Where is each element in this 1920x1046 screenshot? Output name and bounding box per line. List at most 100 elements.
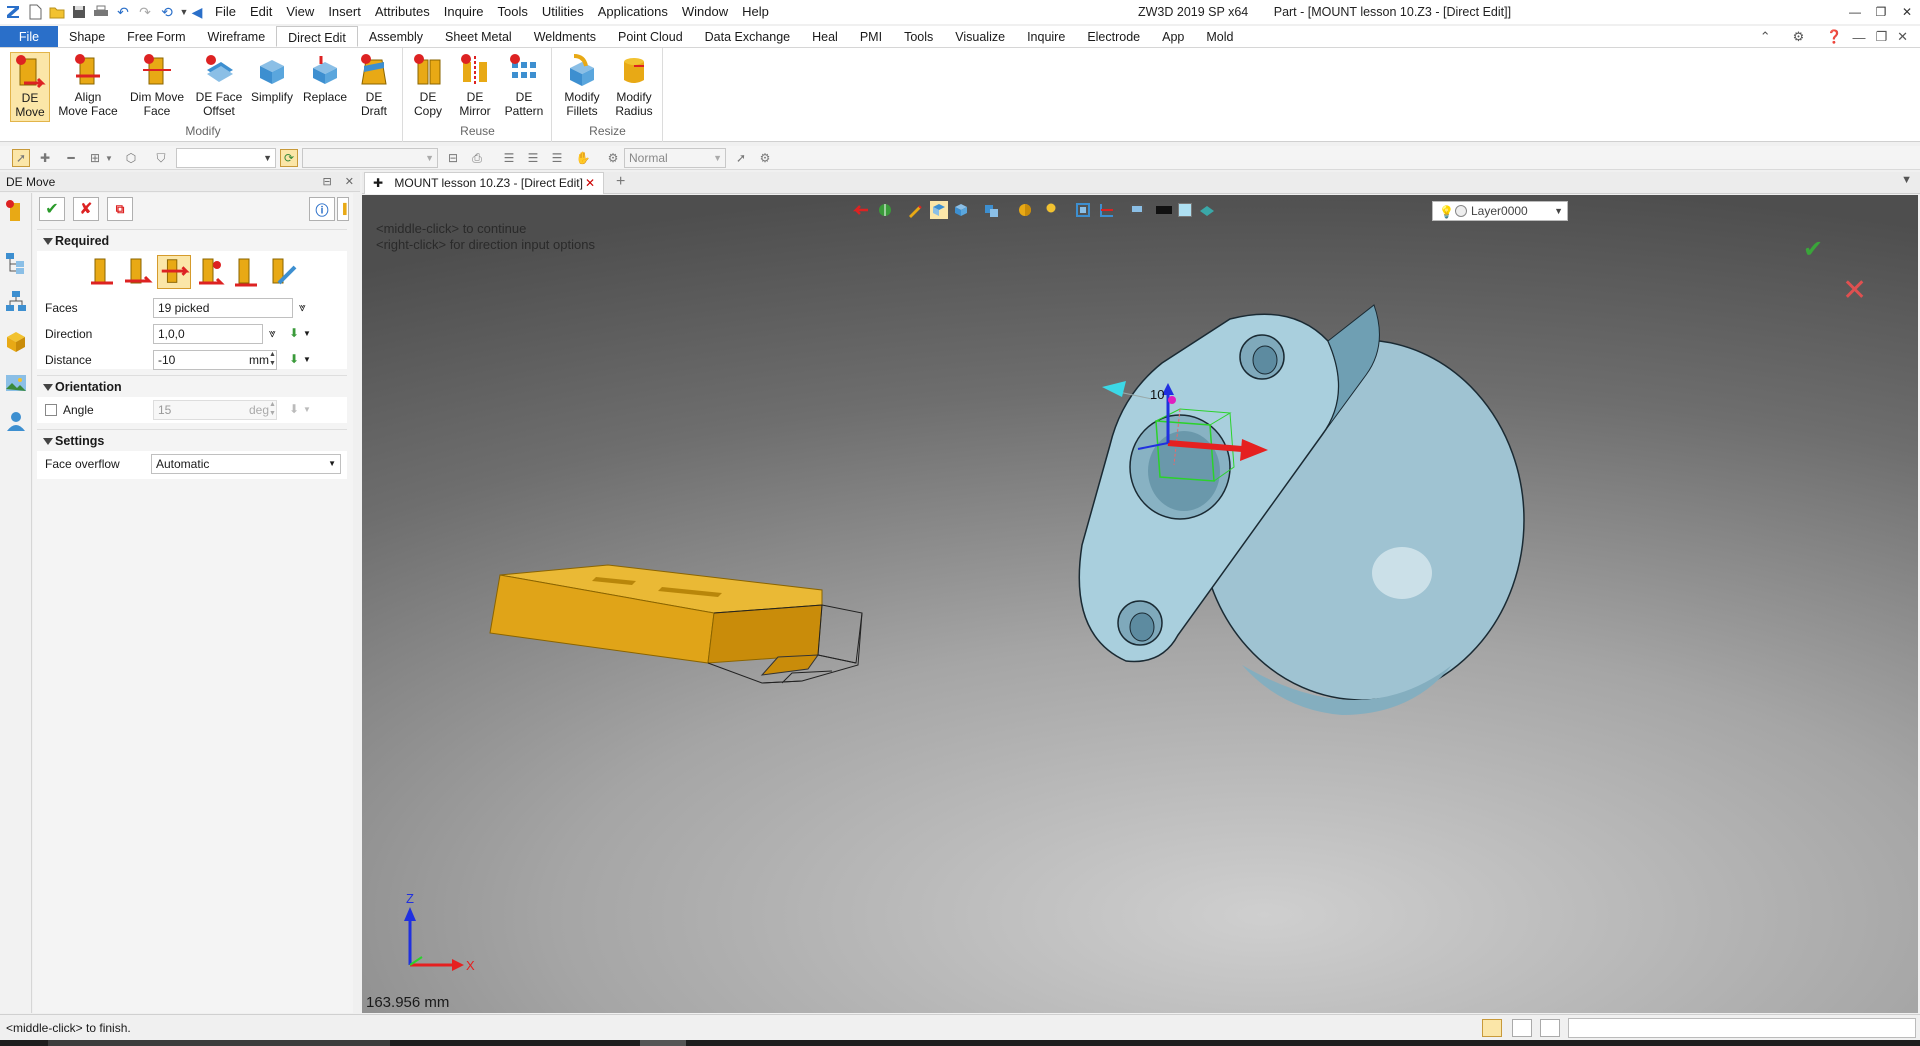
chevron-down-icon[interactable]: ▼	[303, 355, 311, 364]
move-point-icon[interactable]	[193, 255, 227, 289]
angle-checkbox[interactable]	[45, 404, 57, 416]
render-mode-icon[interactable]: ⚙	[604, 149, 622, 167]
move-direction-icon[interactable]	[157, 255, 191, 289]
print-icon[interactable]	[90, 1, 112, 23]
selected-block[interactable]	[489, 564, 823, 676]
tab-free-form[interactable]: Free Form	[116, 26, 196, 47]
tab-inquire[interactable]: Inquire	[1016, 26, 1076, 47]
menu-file[interactable]: File	[208, 0, 243, 24]
menu-attributes[interactable]: Attributes	[368, 0, 437, 24]
align-right-icon[interactable]: ☰	[548, 149, 566, 167]
menu-window[interactable]: Window	[675, 0, 735, 24]
tab-tools[interactable]: Tools	[893, 26, 944, 47]
part-cube-icon[interactable]	[4, 329, 28, 353]
chevron-down-icon[interactable]: ▼	[303, 405, 311, 414]
filter-combo[interactable]: ▼	[176, 148, 276, 168]
tab-visualize[interactable]: Visualize	[944, 26, 1016, 47]
tab-shape[interactable]: Shape	[58, 26, 116, 47]
print-preview-icon[interactable]: ⎙	[468, 149, 486, 167]
tab-wireframe[interactable]: Wireframe	[197, 26, 277, 47]
restore-icon[interactable]: ❐	[1868, 0, 1894, 24]
regen-icon[interactable]: ⟲	[156, 1, 178, 23]
align-move-face-button[interactable]: Align Move Face	[58, 52, 118, 122]
move-edit-icon[interactable]	[265, 255, 299, 289]
move-free-icon[interactable]	[85, 255, 119, 289]
tab-point-cloud[interactable]: Point Cloud	[607, 26, 694, 47]
pin-icon[interactable]: ⊟	[323, 176, 332, 188]
tab-pmi[interactable]: PMI	[849, 26, 893, 47]
apply-button[interactable]: ⧉	[107, 197, 133, 221]
simplify-button[interactable]: Simplify	[248, 52, 296, 122]
tab-app[interactable]: App	[1151, 26, 1195, 47]
minimize-doc-icon[interactable]: —	[1852, 30, 1865, 45]
user-icon[interactable]	[4, 409, 28, 433]
pick-filter-icon[interactable]: ➚	[12, 149, 30, 167]
cancel-button[interactable]: ✘	[73, 197, 99, 221]
hand-icon[interactable]: ✋	[574, 149, 592, 167]
dim-move-face-button[interactable]: Dim Move Face	[126, 52, 188, 122]
de-mirror-button[interactable]: DE Mirror	[452, 52, 498, 122]
vector-options-icon[interactable]: ⬇	[289, 326, 299, 340]
window-icon[interactable]	[1540, 1019, 1560, 1037]
close-icon[interactable]: ✕	[1894, 0, 1920, 24]
chevron-down-icon[interactable]: ▼	[303, 329, 311, 338]
faces-field[interactable]: 19 picked	[153, 298, 293, 318]
graphics-viewport[interactable]: <middle-click> to continue <right-click>…	[362, 195, 1918, 1013]
app-logo-icon[interactable]	[2, 1, 24, 23]
close-tab-icon[interactable]: ✕	[585, 173, 595, 193]
open-folder-icon[interactable]	[46, 1, 68, 23]
double-chevron-down-icon[interactable]: ⩔	[269, 326, 276, 341]
tab-sheet-metal[interactable]: Sheet Metal	[434, 26, 523, 47]
tab-weldments[interactable]: Weldments	[523, 26, 607, 47]
gear-icon[interactable]: ⚙	[1793, 29, 1805, 45]
required-section-title[interactable]: Required	[37, 229, 347, 251]
modify-fillets-button[interactable]: Modify Fillets	[557, 52, 607, 122]
menu-applications[interactable]: Applications	[591, 0, 675, 24]
undo-icon[interactable]: ↶	[112, 1, 134, 23]
tab-assembly[interactable]: Assembly	[358, 26, 434, 47]
assembly-tree-icon[interactable]	[4, 289, 28, 313]
dimension-label[interactable]: 10	[1150, 387, 1164, 402]
new-file-icon[interactable]	[24, 1, 46, 23]
menu-help[interactable]: Help	[735, 0, 776, 24]
face-overflow-select[interactable]: Automatic ▼	[151, 454, 341, 474]
close-doc-icon[interactable]: ✕	[1897, 29, 1908, 45]
tab-direct-edit[interactable]: Direct Edit	[276, 26, 358, 47]
restore-doc-icon[interactable]: ❐	[1875, 29, 1887, 45]
chevron-down-icon[interactable]: ▼	[178, 1, 190, 23]
render-mode-combo[interactable]: Normal ▼	[624, 148, 726, 168]
help-icon[interactable]: ❓	[1826, 29, 1842, 45]
tab-heal[interactable]: Heal	[801, 26, 849, 47]
history-tree-icon[interactable]	[4, 251, 28, 275]
command-input[interactable]	[1568, 1018, 1916, 1038]
snap-icon[interactable]: ✚	[36, 149, 54, 167]
de-copy-button[interactable]: DE Copy	[406, 52, 450, 122]
line-filter-icon[interactable]: ━	[62, 149, 80, 167]
document-tab[interactable]: ✚ MOUNT lesson 10.Z3 - [Direct Edit] ✕	[364, 172, 604, 194]
tab-data-exchange[interactable]: Data Exchange	[694, 26, 801, 47]
save-icon[interactable]	[68, 1, 90, 23]
image-icon[interactable]	[4, 371, 28, 395]
menu-utilities[interactable]: Utilities	[535, 0, 591, 24]
double-chevron-down-icon[interactable]: ⩔	[299, 300, 306, 315]
vector-options-icon[interactable]: ⬇	[289, 352, 299, 366]
refresh-filter-icon[interactable]: ⟳	[280, 149, 298, 167]
settings-icon[interactable]: ⚙	[756, 149, 774, 167]
layout-icon[interactable]	[1482, 1019, 1502, 1037]
angle-spinner-icon[interactable]: ▲ ▼	[269, 400, 279, 418]
pin-icon[interactable]: ✚	[373, 176, 383, 190]
direction-field[interactable]: 1,0,0	[153, 324, 263, 344]
ok-button[interactable]: ✔	[39, 197, 65, 221]
menu-tools[interactable]: Tools	[491, 0, 535, 24]
chevron-down-icon[interactable]: ▼	[104, 149, 114, 167]
angle-options-icon[interactable]: ⬇	[289, 402, 299, 416]
filter-icon[interactable]: ⛉	[152, 149, 170, 167]
orientation-section-title[interactable]: Orientation	[37, 375, 347, 397]
distance-spinner-icon[interactable]: ▲ ▼	[269, 350, 279, 368]
new-tab-icon[interactable]: +	[616, 172, 625, 192]
tab-file[interactable]: File	[0, 26, 58, 47]
move-along-icon[interactable]	[121, 255, 155, 289]
align-left-icon[interactable]: ☰	[500, 149, 518, 167]
secondary-combo[interactable]: ▼	[302, 148, 438, 168]
info-button[interactable]: ⓘ	[309, 197, 335, 221]
